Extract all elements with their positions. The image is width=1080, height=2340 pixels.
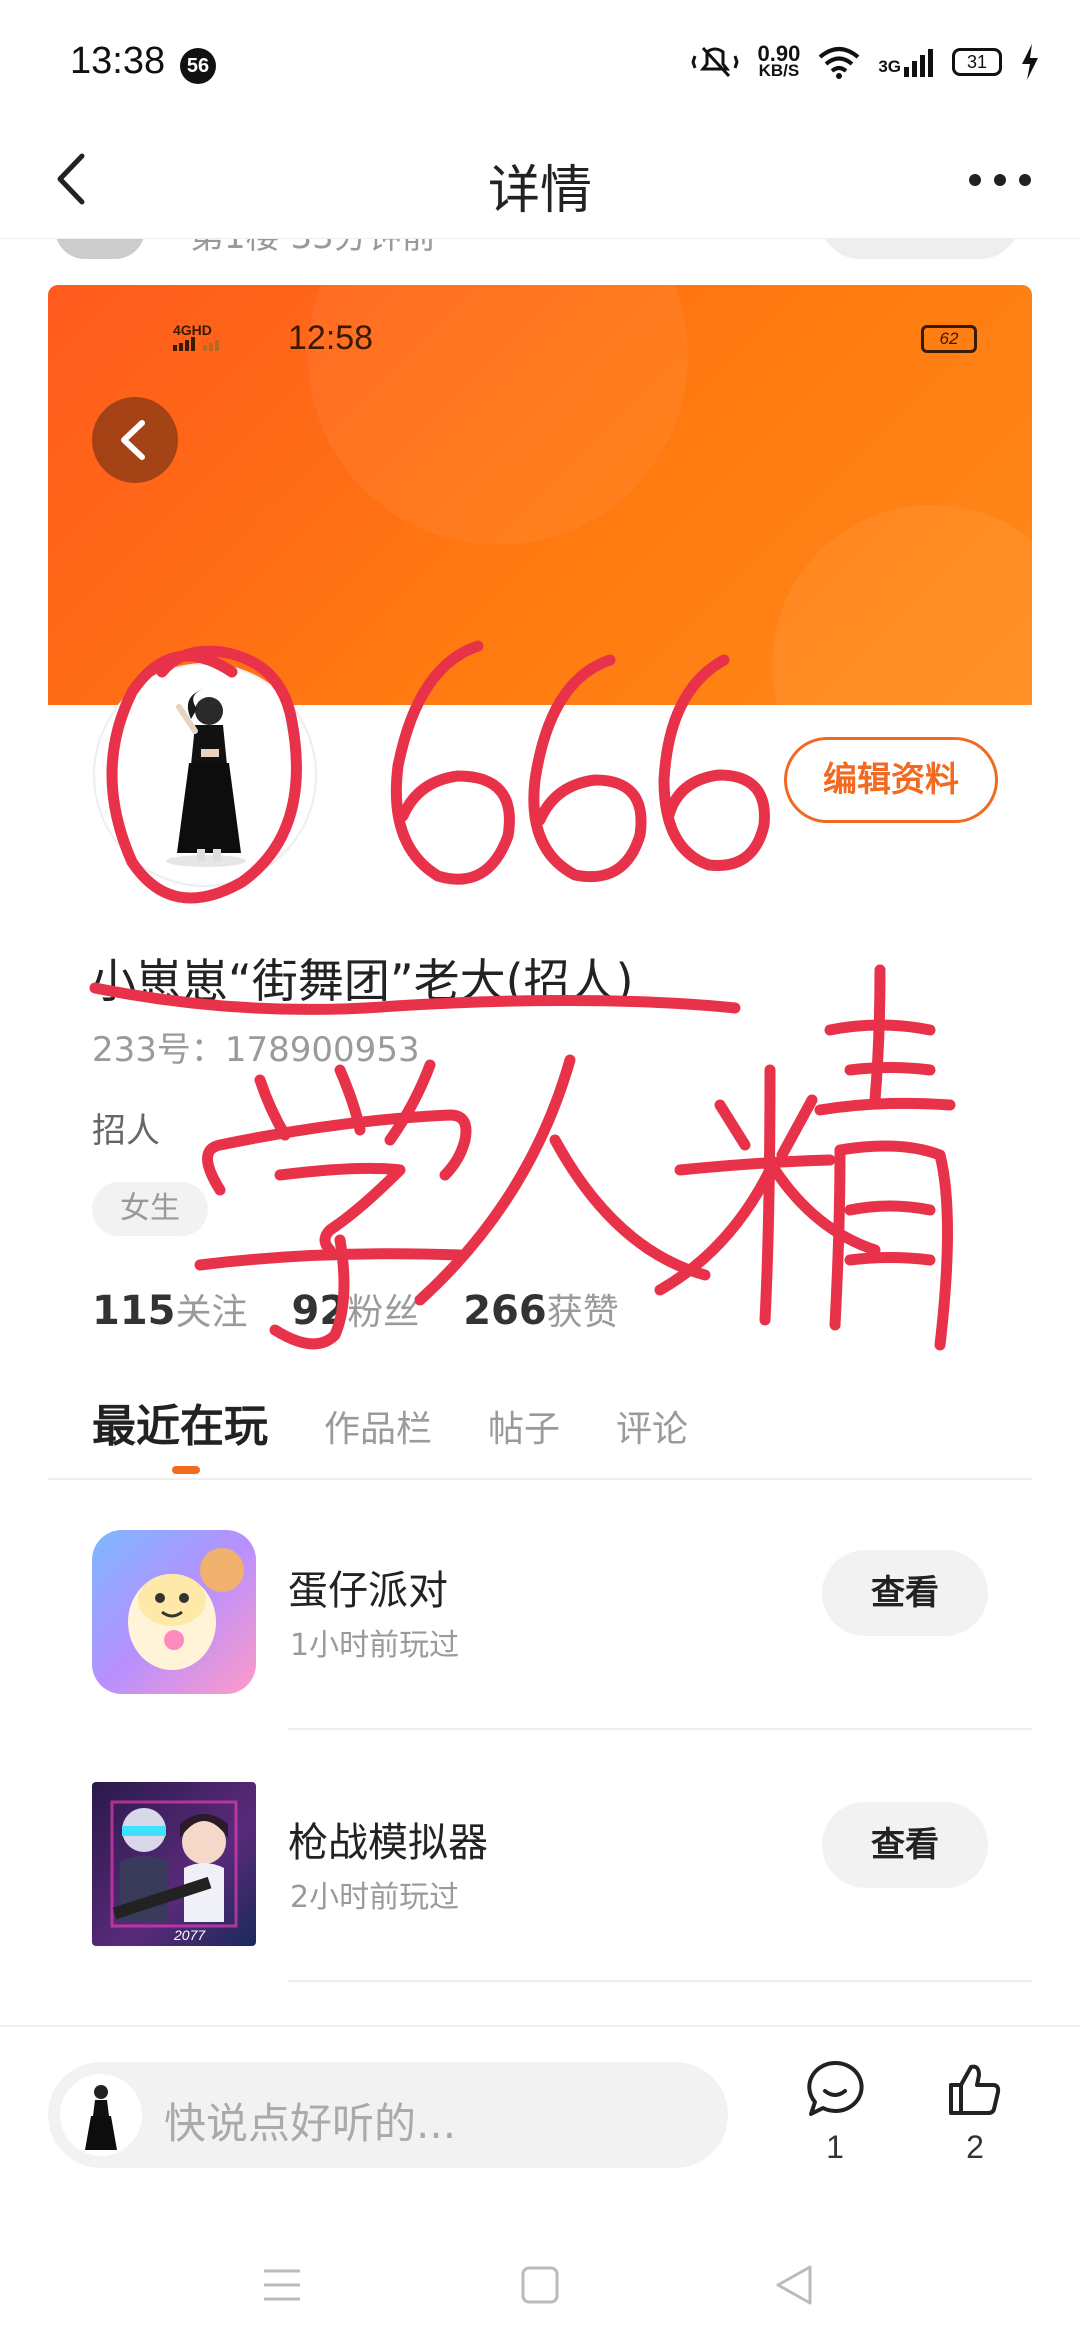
handwritten-xue-dots bbox=[254, 1059, 436, 1146]
status-icons: 0.90 KB/S 3G 31 bbox=[691, 42, 1040, 82]
embedded-screenshot-banner: 4GHD 12:58 62 bbox=[48, 285, 1032, 705]
battery-icon: 31 bbox=[952, 48, 1002, 76]
profile-stats: 115关注 92粉丝 266获赞 bbox=[92, 1283, 619, 1335]
avatar-figure-image bbox=[101, 671, 309, 879]
tab-works[interactable]: 作品栏 bbox=[324, 1400, 432, 1452]
list-item[interactable]: 蛋仔派对 1小时前玩过 查看 bbox=[0, 1500, 1080, 1730]
profile-uid: 233号：178900953 bbox=[92, 1030, 420, 1070]
edit-profile-button[interactable]: 编辑资料 bbox=[784, 737, 998, 823]
comment-bubble-icon bbox=[807, 2060, 864, 2116]
profile-tabs: 最近在玩 作品栏 帖子 评论 bbox=[92, 1390, 744, 1454]
svg-text:2077: 2077 bbox=[173, 1927, 206, 1943]
menu-icon[interactable] bbox=[262, 2267, 302, 2303]
game-last-played: 2小时前玩过 bbox=[290, 1880, 460, 1915]
comment-count: 1 bbox=[826, 2129, 844, 2165]
network-speed: 0.90 KB/S bbox=[757, 41, 801, 80]
page-title: 详情 bbox=[487, 161, 592, 221]
top-nav-bar: 详情 bbox=[0, 120, 1080, 238]
previous-post-meta: 第1楼 33分钟前 bbox=[190, 239, 436, 258]
follow-button[interactable] bbox=[820, 239, 1020, 259]
divider bbox=[288, 1980, 1032, 1982]
mute-vibrate-icon bbox=[691, 46, 740, 78]
handwritten-xue-cover bbox=[202, 1109, 472, 1196]
profile-username: 小崽崽“街舞团”老大(招人) bbox=[90, 954, 634, 1008]
home-icon[interactable] bbox=[520, 2265, 560, 2305]
tab-indicator bbox=[172, 1466, 200, 1474]
handwritten-ren-left bbox=[414, 1054, 576, 1306]
comment-button[interactable]: 1 bbox=[790, 2057, 880, 2187]
profile-avatar[interactable] bbox=[95, 665, 315, 885]
handwritten-ren-right bbox=[549, 1134, 711, 1281]
status-bar: 13:38 56 0.90 KB/S 3G 31 bbox=[0, 0, 1080, 120]
handwritten-jing-qing bbox=[814, 964, 956, 1351]
like-count: 2 bbox=[966, 2129, 984, 2165]
charging-icon bbox=[1022, 44, 1038, 80]
wifi-icon bbox=[819, 47, 860, 79]
previous-post-row: 第1楼 33分钟前 bbox=[0, 238, 1080, 260]
status-time: 13:38 bbox=[70, 40, 166, 82]
list-item[interactable]: 2077 枪战模拟器 2小时前玩过 查看 bbox=[0, 1752, 1080, 1982]
tab-recently-played[interactable]: 最近在玩 bbox=[92, 1390, 268, 1454]
handwritten-jing-mi bbox=[654, 1064, 881, 1326]
view-button[interactable]: 查看 bbox=[822, 1550, 988, 1636]
more-options-icon[interactable] bbox=[960, 150, 1040, 210]
profile-bio: 招人 bbox=[92, 1111, 160, 1151]
chevron-left-icon bbox=[121, 420, 145, 460]
stat-followers[interactable]: 92粉丝 bbox=[292, 1283, 420, 1335]
game-title: 蛋仔派对 bbox=[288, 1568, 448, 1614]
avatar bbox=[60, 2074, 142, 2156]
back-triangle-icon[interactable] bbox=[774, 2263, 814, 2307]
stat-likes[interactable]: 266获赞 bbox=[463, 1283, 619, 1335]
comment-placeholder: 快说点好听的... bbox=[164, 2099, 457, 2148]
stat-following[interactable]: 115关注 bbox=[92, 1283, 248, 1335]
view-button[interactable]: 查看 bbox=[822, 1802, 988, 1888]
tab-posts[interactable]: 帖子 bbox=[488, 1400, 560, 1452]
divider bbox=[48, 1478, 1032, 1480]
avatar bbox=[55, 239, 145, 259]
handwritten-xue-zi bbox=[274, 1162, 406, 1256]
comment-bar: 快说点好听的... 1 2 bbox=[0, 2025, 1080, 2225]
gun-sim-icon: 2077 bbox=[92, 1782, 256, 1946]
gender-tag: 女生 bbox=[92, 1182, 208, 1236]
tab-comments[interactable]: 评论 bbox=[616, 1400, 688, 1452]
game-last-played: 1小时前玩过 bbox=[290, 1628, 460, 1663]
system-navigation-bar bbox=[0, 2225, 1080, 2340]
like-button[interactable]: 2 bbox=[930, 2057, 1020, 2187]
game-title: 枪战模拟器 bbox=[288, 1820, 488, 1866]
comment-input[interactable]: 快说点好听的... bbox=[48, 2062, 728, 2168]
handwritten-xue-bar bbox=[194, 1248, 466, 1271]
cell-signal-icon: 3G bbox=[878, 47, 934, 77]
divider bbox=[288, 1728, 1032, 1730]
embedded-back-button bbox=[92, 397, 178, 483]
embedded-battery-icon: 62 bbox=[921, 325, 977, 353]
eggy-party-icon bbox=[92, 1530, 256, 1694]
embedded-time: 12:58 bbox=[288, 319, 374, 357]
thumbs-up-icon bbox=[949, 2064, 1001, 2115]
embedded-network-icon: 4GHD bbox=[173, 323, 221, 353]
notification-badge: 56 bbox=[180, 48, 216, 84]
